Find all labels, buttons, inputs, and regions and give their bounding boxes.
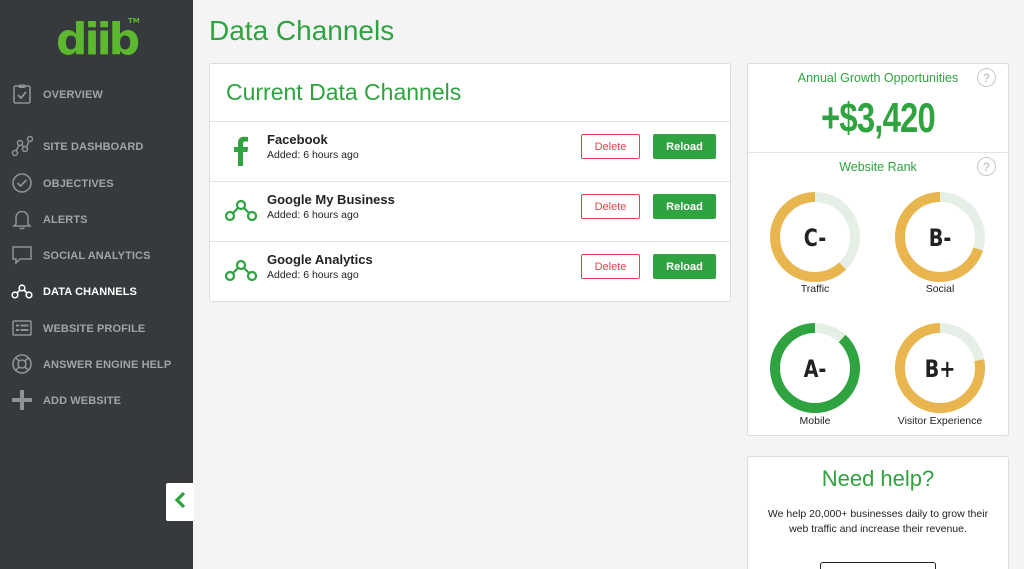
sidebar-item-add-website[interactable]: ADD WEBSITE [0, 386, 193, 416]
facebook-icon [224, 136, 258, 166]
gauge-ring: B- [895, 192, 985, 282]
sidebar-item-label: SITE DASHBOARD [43, 141, 144, 153]
channel-name: Google My Business [267, 192, 395, 207]
data-channels-icon [11, 280, 33, 302]
gauge-grade: B- [929, 225, 952, 253]
channel-name: Facebook [267, 132, 328, 147]
lifebuoy-icon [11, 353, 33, 375]
growth-title: Annual Growth Opportunities [797, 71, 959, 85]
data-channels-icon [224, 256, 258, 286]
reload-button[interactable]: Reload [653, 254, 716, 279]
sidebar-item-alerts[interactable]: ALERTS [0, 205, 193, 235]
gauge-label: Visitor Experience [897, 415, 983, 427]
sidebar-item-data-channels[interactable]: DATA CHANNELS [0, 277, 193, 307]
channel-added-time: Added: 6 hours ago [267, 149, 359, 161]
gauge-grade: A- [804, 356, 827, 384]
svg-text:diib: diib [56, 14, 139, 62]
clipboard-check-icon [11, 83, 33, 105]
sidebar-item-objectives[interactable]: OBJECTIVES [0, 169, 193, 199]
delete-button[interactable]: Delete [581, 134, 640, 159]
sidebar-item-label: OBJECTIVES [43, 178, 114, 190]
sidebar: diib TM OVERVIEW SITE DASHBOARD OBJECTIV… [0, 0, 193, 569]
channel-row-google-analytics: Google Analytics Added: 6 hours ago Dele… [210, 241, 730, 301]
gauge-label: Mobile [799, 415, 831, 427]
help-title: Need help? [821, 466, 935, 491]
gauge-label: Social [925, 283, 955, 295]
contact-button[interactable] [820, 562, 936, 569]
circle-check-icon [11, 172, 33, 194]
current-data-channels-card: Current Data Channels Facebook Added: 6 … [209, 63, 731, 302]
sidebar-item-site-dashboard[interactable]: SITE DASHBOARD [0, 132, 193, 162]
diib-logo[interactable]: diib TM [56, 14, 146, 65]
growth-rank-card: Annual Growth Opportunities ? +$3,420 We… [747, 63, 1009, 436]
gauge-social: B- [894, 191, 986, 283]
gauge-ring: A- [770, 323, 860, 413]
reload-button[interactable]: Reload [653, 134, 716, 159]
gauge-traffic: C- [769, 191, 861, 283]
channel-name: Google Analytics [267, 252, 373, 267]
delete-button[interactable]: Delete [581, 254, 640, 279]
sidebar-item-overview[interactable]: OVERVIEW [0, 80, 193, 110]
sidebar-item-label: ALERTS [43, 214, 88, 226]
gauge-ring: C- [770, 192, 860, 282]
sidebar-item-label: DATA CHANNELS [43, 286, 137, 298]
help-text: We help 20,000+ businesses daily to grow… [767, 508, 989, 535]
gauge-label: Traffic [800, 283, 830, 295]
gauge-ring: B+ [895, 323, 985, 413]
sidebar-item-website-profile[interactable]: WEBSITE PROFILE [0, 314, 193, 344]
page-title: Data Channels [209, 15, 395, 46]
gauge-visitor-experience: B+ [894, 322, 986, 414]
sidebar-item-answer-engine-help[interactable]: ANSWER ENGINE HELP [0, 350, 193, 380]
sidebar-item-social-analytics[interactable]: SOCIAL ANALYTICS [0, 241, 193, 271]
chat-bubble-icon [11, 244, 33, 266]
nodes-graph-icon [11, 135, 33, 157]
profile-list-icon [11, 317, 33, 339]
need-help-card: Need help? We help 20,000+ businesses da… [747, 456, 1009, 569]
sidebar-item-label: WEBSITE PROFILE [43, 323, 146, 335]
card-title: Current Data Channels [226, 79, 462, 105]
help-question-icon[interactable]: ? [977, 157, 996, 176]
sidebar-item-label: ANSWER ENGINE HELP [43, 359, 172, 371]
reload-button[interactable]: Reload [653, 194, 716, 219]
gauge-grade: C- [804, 225, 826, 253]
gauge-grade: B+ [925, 356, 956, 384]
channel-row-facebook: Facebook Added: 6 hours ago Delete Reloa… [210, 121, 730, 181]
growth-value: +$3,420 [821, 94, 936, 141]
collapse-sidebar-button[interactable] [166, 483, 194, 521]
channel-row-google-my-business: Google My Business Added: 6 hours ago De… [210, 181, 730, 241]
sidebar-item-label: ADD WEBSITE [43, 395, 122, 407]
plus-icon [11, 389, 33, 411]
rank-title: Website Rank [839, 160, 917, 174]
data-channels-icon [224, 196, 258, 226]
sidebar-item-label: SOCIAL ANALYTICS [43, 250, 151, 262]
gauge-mobile: A- [769, 322, 861, 414]
channel-added-time: Added: 6 hours ago [267, 269, 359, 281]
help-question-icon[interactable]: ? [977, 68, 996, 87]
chevron-left-icon [173, 491, 187, 514]
sidebar-item-label: OVERVIEW [43, 89, 103, 101]
channel-added-time: Added: 6 hours ago [267, 209, 359, 221]
svg-text:TM: TM [128, 17, 140, 25]
divider [748, 152, 1008, 153]
bell-icon [11, 208, 33, 230]
delete-button[interactable]: Delete [581, 194, 640, 219]
